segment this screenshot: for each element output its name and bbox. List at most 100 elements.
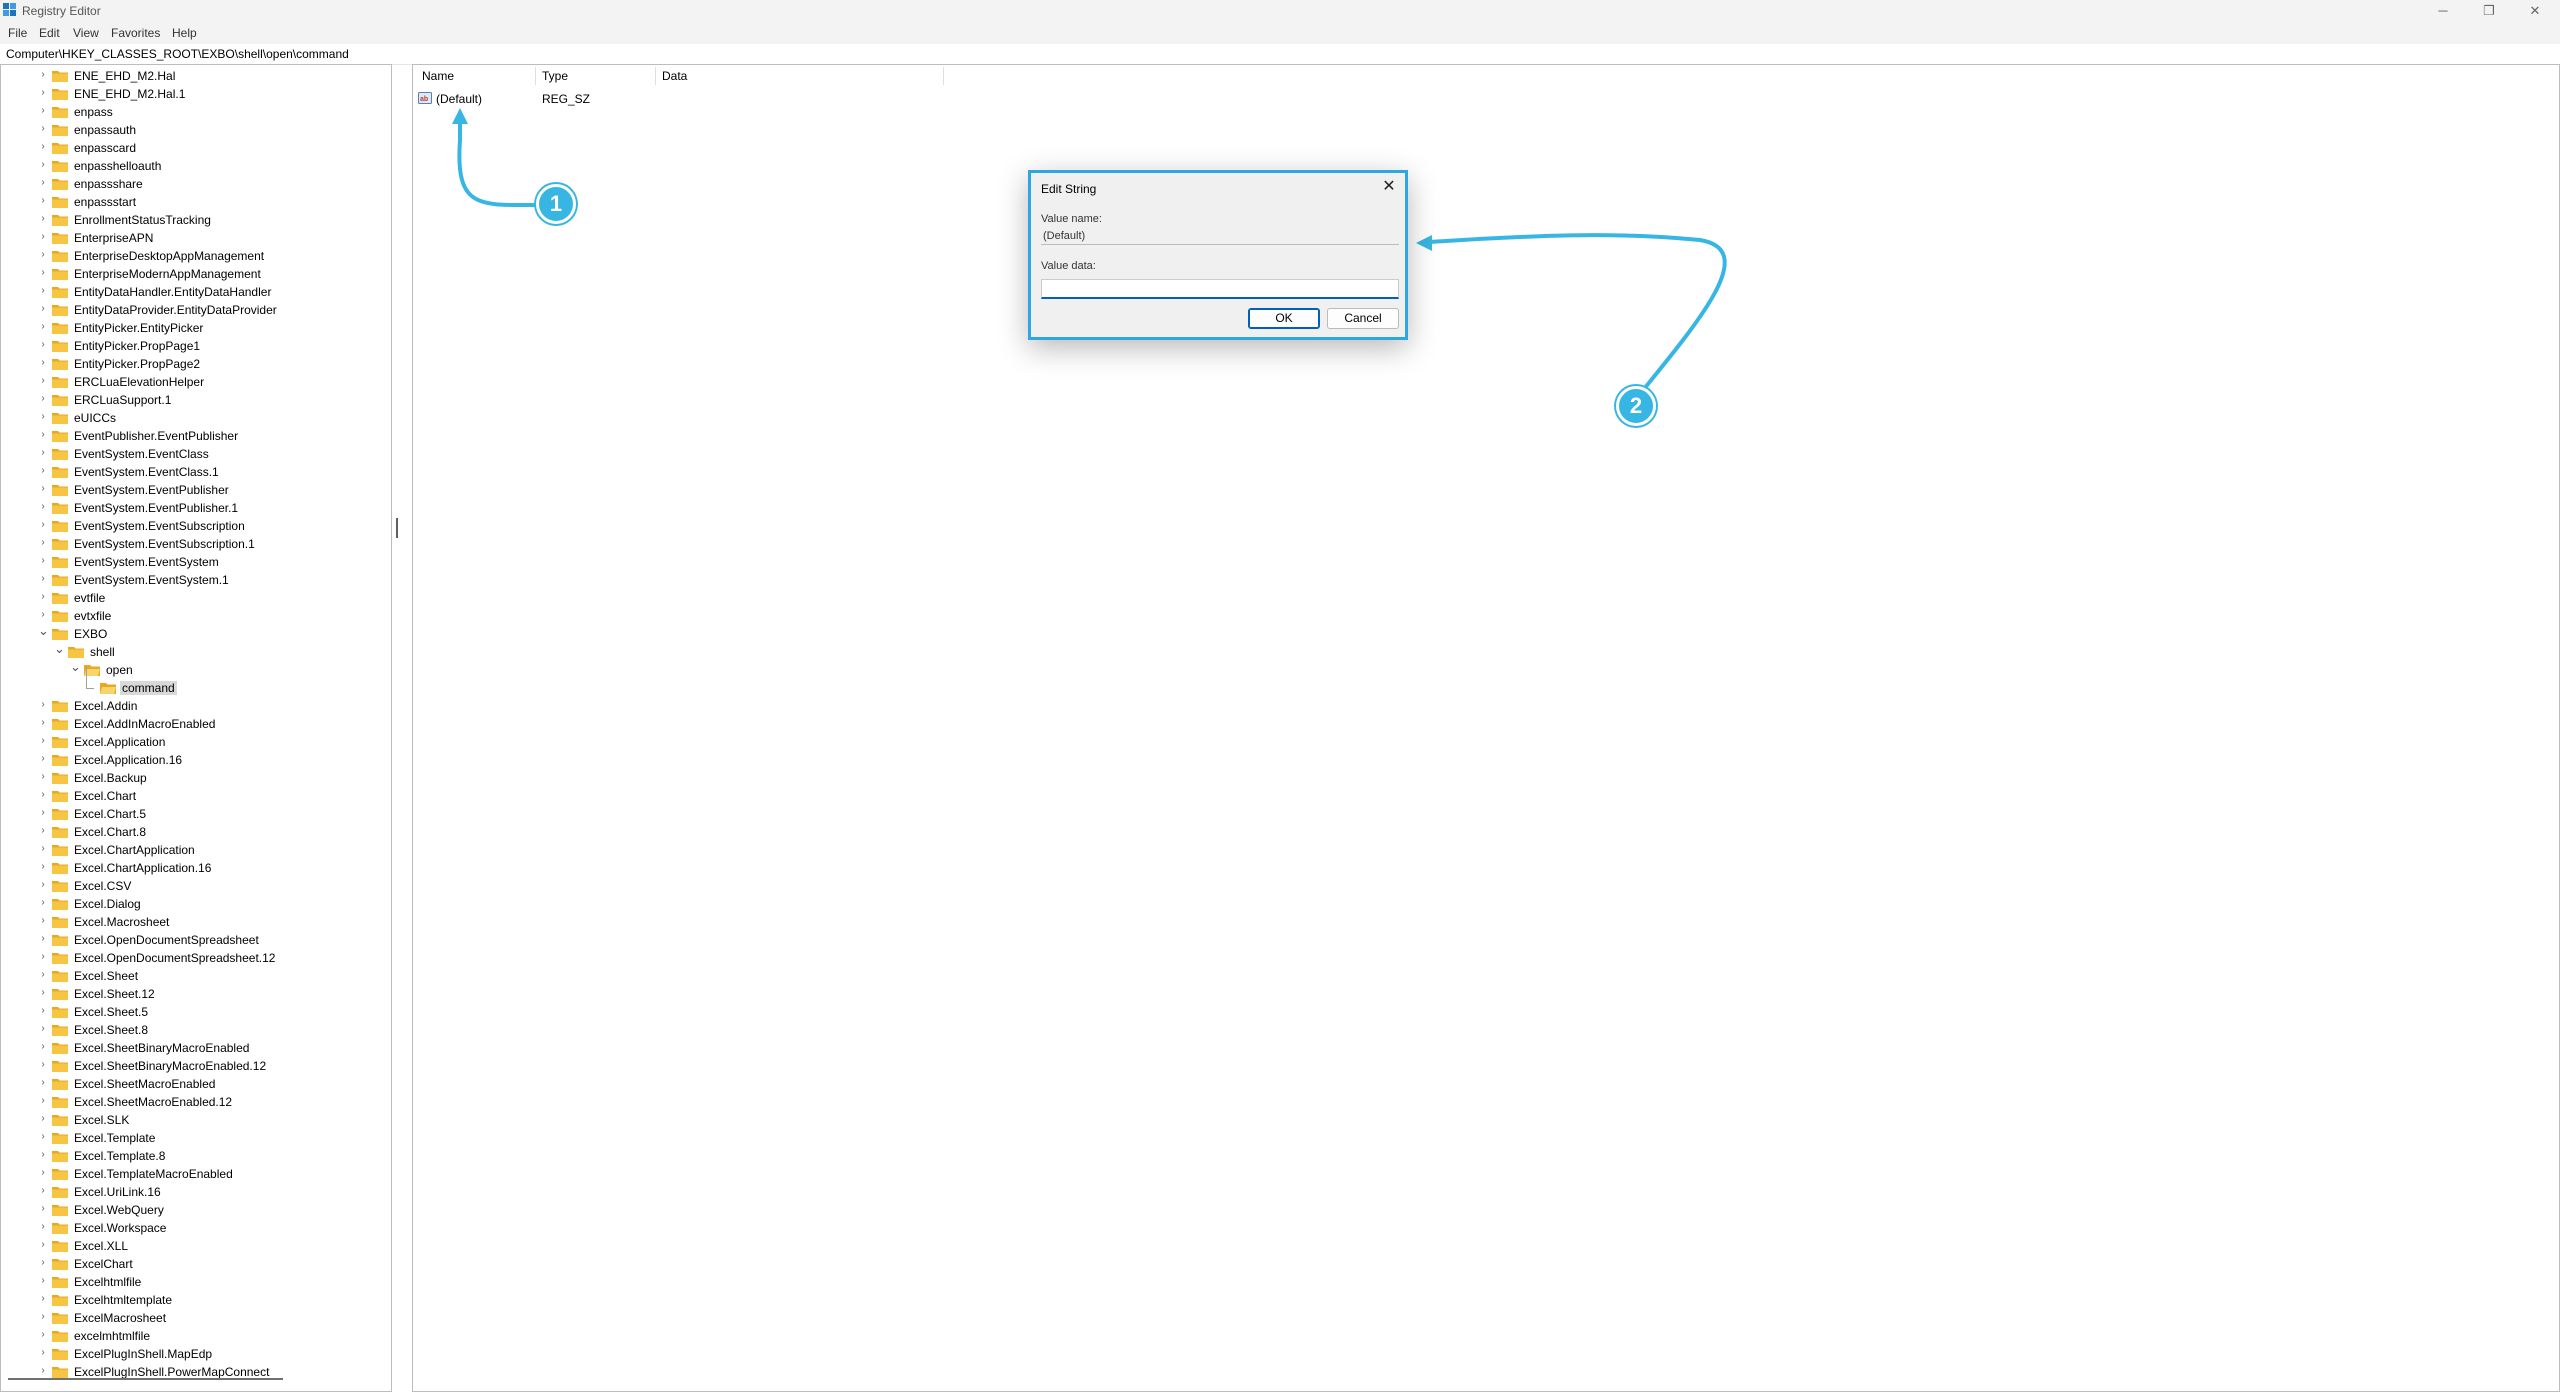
tree-item[interactable]: › eUICCs (1, 409, 391, 427)
chevron-right-icon[interactable]: › (38, 159, 48, 170)
chevron-right-icon[interactable]: › (38, 447, 48, 458)
tree-item[interactable]: › enpassstart (1, 193, 391, 211)
chevron-right-icon[interactable]: › (38, 699, 48, 710)
chevron-right-icon[interactable]: › (38, 483, 48, 494)
tree-item[interactable]: › enpassauth (1, 121, 391, 139)
column-header-data[interactable]: Data (662, 69, 687, 83)
chevron-right-icon[interactable]: › (38, 357, 48, 368)
tree-item[interactable]: › Excel.Dialog (1, 895, 391, 913)
column-header-type[interactable]: Type (542, 69, 568, 83)
tree-item[interactable]: › ERCLuaElevationHelper (1, 373, 391, 391)
chevron-right-icon[interactable]: › (38, 789, 48, 800)
tree-item[interactable]: › Excel.Macrosheet (1, 913, 391, 931)
chevron-right-icon[interactable]: › (38, 555, 48, 566)
tree-item[interactable]: command (1, 679, 391, 697)
ok-button[interactable]: OK (1248, 308, 1320, 329)
chevron-right-icon[interactable]: › (38, 267, 48, 278)
column-divider[interactable] (535, 67, 536, 85)
menu-view[interactable]: View (73, 26, 99, 40)
tree-item[interactable]: ⌄ shell (1, 641, 391, 661)
tree-item[interactable]: › Excel.Application.16 (1, 751, 391, 769)
chevron-right-icon[interactable]: › (38, 195, 48, 206)
chevron-right-icon[interactable]: › (38, 1095, 48, 1106)
pane-splitter[interactable] (396, 518, 398, 538)
chevron-right-icon[interactable]: › (38, 1203, 48, 1214)
tree-item[interactable]: › EnterpriseAPN (1, 229, 391, 247)
chevron-right-icon[interactable]: › (38, 303, 48, 314)
chevron-right-icon[interactable]: › (38, 771, 48, 782)
tree-item[interactable]: › Excel.Sheet.8 (1, 1021, 391, 1039)
chevron-right-icon[interactable]: › (38, 231, 48, 242)
tree-item[interactable]: › enpasshelloauth (1, 157, 391, 175)
chevron-right-icon[interactable]: › (38, 1059, 48, 1070)
chevron-right-icon[interactable]: › (38, 951, 48, 962)
tree-item[interactable]: › ENE_EHD_M2.Hal.1 (1, 85, 391, 103)
tree-item[interactable]: › Excel.Sheet.5 (1, 1003, 391, 1021)
chevron-right-icon[interactable]: › (38, 69, 48, 80)
tree-item[interactable]: › Excel.WebQuery (1, 1201, 391, 1219)
tree-item[interactable]: › EventSystem.EventSystem (1, 553, 391, 571)
chevron-right-icon[interactable]: › (38, 1149, 48, 1160)
chevron-right-icon[interactable]: › (38, 1293, 48, 1304)
chevron-right-icon[interactable]: › (38, 1131, 48, 1142)
chevron-right-icon[interactable]: › (38, 249, 48, 260)
chevron-right-icon[interactable]: › (38, 1077, 48, 1088)
address-bar[interactable]: Computer\HKEY_CLASSES_ROOT\EXBO\shell\op… (0, 44, 2560, 65)
tree-item[interactable]: › EntityDataProvider.EntityDataProvider (1, 301, 391, 319)
tree-item[interactable]: › evtxfile (1, 607, 391, 625)
menu-help[interactable]: Help (172, 26, 197, 40)
chevron-right-icon[interactable]: › (38, 807, 48, 818)
tree-item[interactable]: › Excel.Workspace (1, 1219, 391, 1237)
chevron-right-icon[interactable]: › (38, 87, 48, 98)
chevron-right-icon[interactable]: › (38, 1221, 48, 1232)
tree-item[interactable]: › Excel.Sheet (1, 967, 391, 985)
chevron-right-icon[interactable]: › (38, 519, 48, 530)
column-divider[interactable] (655, 67, 656, 85)
chevron-right-icon[interactable]: › (38, 735, 48, 746)
chevron-right-icon[interactable]: › (38, 465, 48, 476)
tree-item[interactable]: › excelmhtmlfile (1, 1327, 391, 1345)
tree-item[interactable]: › Excelhtmltemplate (1, 1291, 391, 1309)
tree-item[interactable]: › Excel.Chart (1, 787, 391, 805)
chevron-down-icon[interactable]: ⌄ (38, 623, 49, 639)
menu-edit[interactable]: Edit (39, 26, 60, 40)
tree-item[interactable]: › Excelhtmlfile (1, 1273, 391, 1291)
chevron-right-icon[interactable]: › (38, 501, 48, 512)
chevron-right-icon[interactable]: › (38, 591, 48, 602)
tree-item[interactable]: › EntityDataHandler.EntityDataHandler (1, 283, 391, 301)
tree-item[interactable]: › Excel.Backup (1, 769, 391, 787)
tree-item[interactable]: › EntityPicker.PropPage1 (1, 337, 391, 355)
tree-item[interactable]: › EntityPicker.PropPage2 (1, 355, 391, 373)
chevron-right-icon[interactable]: › (38, 753, 48, 764)
chevron-right-icon[interactable]: › (38, 429, 48, 440)
tree-item[interactable]: › Excel.Addin (1, 697, 391, 715)
tree-item[interactable]: › EnterpriseModernAppManagement (1, 265, 391, 283)
chevron-right-icon[interactable]: › (38, 339, 48, 350)
tree-item[interactable]: › EventSystem.EventSubscription (1, 517, 391, 535)
tree-item[interactable]: › Excel.Sheet.12 (1, 985, 391, 1003)
tree-item[interactable]: › Excel.OpenDocumentSpreadsheet (1, 931, 391, 949)
tree-item[interactable]: › ExcelChart (1, 1255, 391, 1273)
chevron-down-icon[interactable]: ⌄ (54, 641, 65, 657)
tree-item[interactable]: › EventSystem.EventPublisher (1, 481, 391, 499)
tree-item[interactable]: › evtfile (1, 589, 391, 607)
chevron-right-icon[interactable]: › (38, 393, 48, 404)
chevron-right-icon[interactable]: › (38, 1329, 48, 1340)
tree-item[interactable]: › EnrollmentStatusTracking (1, 211, 391, 229)
tree-item[interactable]: › ExcelPlugInShell.MapEdp (1, 1345, 391, 1363)
chevron-right-icon[interactable]: › (38, 1005, 48, 1016)
chevron-right-icon[interactable]: › (38, 375, 48, 386)
chevron-right-icon[interactable]: › (38, 1239, 48, 1250)
tree-item[interactable]: › Excel.ChartApplication.16 (1, 859, 391, 877)
tree-item[interactable]: › EventSystem.EventClass (1, 445, 391, 463)
chevron-right-icon[interactable]: › (38, 825, 48, 836)
tree-item[interactable]: › Excel.XLL (1, 1237, 391, 1255)
chevron-right-icon[interactable]: › (38, 537, 48, 548)
chevron-right-icon[interactable]: › (38, 879, 48, 890)
tree-item[interactable]: › Excel.Template.8 (1, 1147, 391, 1165)
close-window-button[interactable]: ✕ (2512, 0, 2558, 22)
chevron-right-icon[interactable]: › (38, 1257, 48, 1268)
dialog-close-icon[interactable]: ✕ (1379, 177, 1399, 197)
menu-favorites[interactable]: Favorites (111, 26, 160, 40)
chevron-right-icon[interactable]: › (38, 177, 48, 188)
